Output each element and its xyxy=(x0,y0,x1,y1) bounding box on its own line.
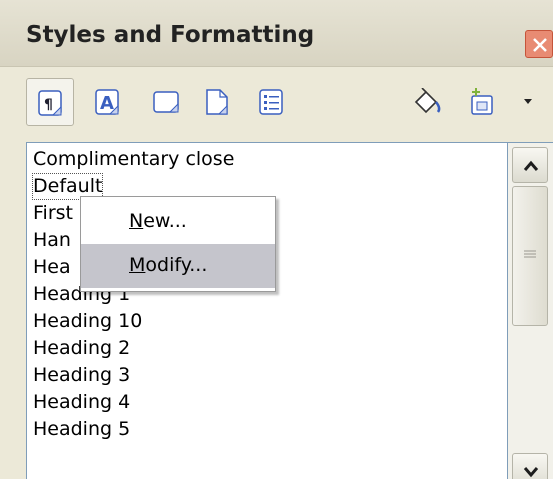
scroll-up-button[interactable] xyxy=(512,147,548,183)
title-bar[interactable]: Styles and Formatting xyxy=(0,0,553,67)
window-title: Styles and Formatting xyxy=(26,22,315,48)
frame-styles-icon xyxy=(153,91,179,113)
list-item[interactable]: Complimentary close xyxy=(33,147,234,172)
fill-format-mode-button[interactable] xyxy=(402,78,450,126)
scroll-thumb[interactable] xyxy=(512,186,548,326)
menu-item-label: Modify... xyxy=(129,254,208,276)
style-toolbar: ¶ A xyxy=(0,66,553,140)
menu-item-modify[interactable]: Modify... xyxy=(81,244,275,288)
svg-text:A: A xyxy=(100,93,114,114)
new-style-from-selection-icon xyxy=(471,88,493,115)
page-styles-icon xyxy=(206,89,228,115)
chevron-down-icon xyxy=(523,467,539,478)
character-styles-icon: A xyxy=(95,89,119,115)
close-icon xyxy=(533,38,547,52)
scroll-down-button[interactable] xyxy=(512,453,548,479)
list-item[interactable]: Hea xyxy=(33,255,71,280)
list-item[interactable]: Heading 5 xyxy=(33,417,130,442)
svg-text:¶: ¶ xyxy=(44,97,53,113)
list-styles-icon xyxy=(259,89,283,115)
chevron-up-icon xyxy=(523,160,539,171)
paragraph-styles-button[interactable]: ¶ xyxy=(26,78,74,126)
list-item[interactable]: Heading 2 xyxy=(33,336,130,361)
list-item[interactable]: Heading 4 xyxy=(33,390,130,415)
grip-icon xyxy=(524,250,536,258)
vertical-scrollbar[interactable] xyxy=(508,142,553,479)
list-item[interactable]: Han xyxy=(33,228,71,253)
frame-styles-button[interactable] xyxy=(142,78,190,126)
context-menu: New... Modify... xyxy=(80,196,276,292)
list-item[interactable]: Heading 10 xyxy=(33,309,142,334)
new-style-dropdown-button[interactable] xyxy=(516,78,546,126)
styles-and-formatting-window: Styles and Formatting ¶ A Complimentary … xyxy=(0,0,553,479)
fill-format-mode-icon xyxy=(414,88,441,114)
menu-item-new[interactable]: New... xyxy=(81,200,275,244)
paragraph-styles-icon: ¶ xyxy=(38,90,62,116)
menu-item-label: New... xyxy=(129,210,187,232)
character-styles-button[interactable]: A xyxy=(84,78,132,126)
styles-list[interactable]: Complimentary close Default First Han He… xyxy=(26,142,508,479)
new-style-from-selection-button[interactable] xyxy=(458,78,506,126)
list-item[interactable]: Heading 3 xyxy=(33,363,130,388)
list-item[interactable]: First xyxy=(33,201,73,226)
page-styles-button[interactable] xyxy=(194,78,242,126)
list-styles-button[interactable] xyxy=(248,78,296,126)
close-button[interactable] xyxy=(525,30,553,58)
chevron-down-icon xyxy=(524,99,532,104)
